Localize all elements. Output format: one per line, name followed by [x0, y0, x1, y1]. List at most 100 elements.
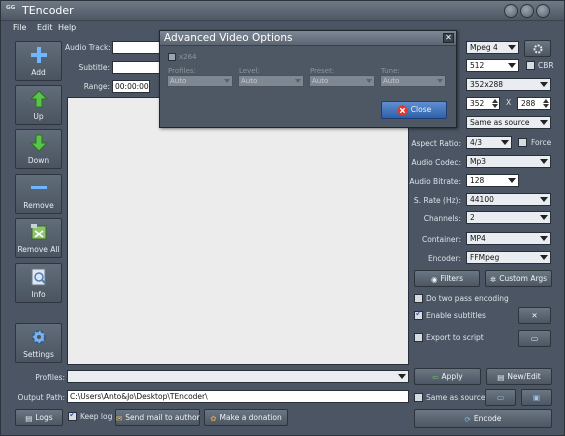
sample-rate-value: 44100 [470, 195, 494, 204]
plus-icon [31, 47, 47, 63]
chevron-down-icon [540, 236, 548, 241]
container-select[interactable]: MP4 [466, 232, 551, 245]
keep-log-checkbox[interactable] [68, 410, 77, 421]
file-list[interactable] [67, 97, 409, 365]
spin-up-icon [543, 99, 549, 103]
spin-down-icon [543, 104, 549, 108]
add-button[interactable]: Add [15, 41, 62, 81]
profiles-select[interactable] [67, 370, 409, 383]
video-codec-value: Mpeg 4 [470, 43, 498, 52]
donation-label: Make a donation [219, 413, 282, 422]
title-bar: ᴳᴳ TEncoder [1, 1, 564, 21]
dialog-level-label: Level: [239, 67, 260, 75]
settings-button[interactable]: Settings [15, 323, 62, 363]
logs-icon: ▤ [25, 413, 33, 423]
open-folder-button[interactable]: ▭ [485, 389, 516, 406]
minimize-button[interactable] [504, 4, 518, 18]
folder-icon: ▭ [530, 334, 539, 343]
up-button[interactable]: Up [15, 85, 62, 125]
up-label: Up [33, 112, 44, 121]
channels-select[interactable]: 2 [466, 211, 551, 224]
height-value: 288 [521, 99, 536, 108]
arrow-up-icon [30, 90, 48, 108]
audio-track-select[interactable] [112, 41, 162, 54]
maximize-button[interactable] [520, 4, 534, 18]
app-window: ᴳᴳ TEncoder File Edit Help Add Up Down R… [0, 0, 565, 436]
menu-file[interactable]: File [13, 23, 26, 32]
output-path-field[interactable]: C:\Users\Anto&Jo\Desktop\TEncoder\ [67, 390, 409, 403]
custom-args-label: Custom Args [499, 274, 548, 283]
aspect-ratio-value: 4/3 [470, 138, 483, 147]
chevron-down-icon [366, 79, 372, 83]
donation-button[interactable]: ✿ Make a donation [204, 409, 288, 426]
arrow-down-icon [30, 134, 48, 152]
chevron-down-icon [540, 159, 548, 164]
document-icon: ▤ [497, 372, 505, 382]
save-icon: ▣ [532, 393, 541, 402]
output-path-label: Output Path: [17, 393, 65, 402]
audio-codec-select[interactable]: Mp3 [466, 155, 551, 168]
chevron-down-icon [398, 374, 406, 379]
menu-edit[interactable]: Edit [37, 23, 53, 32]
down-button[interactable]: Down [15, 129, 62, 169]
enable-subtitles-checkbox[interactable] [414, 309, 423, 320]
encode-button[interactable]: ⟳ Encode [414, 409, 552, 428]
sample-rate-select[interactable]: 44100 [466, 193, 551, 206]
x264-tune-value: Auto [383, 77, 400, 85]
down-label: Down [27, 156, 50, 165]
chevron-down-icon [437, 79, 443, 83]
height-spinner[interactable]: 288 [517, 97, 551, 110]
new-edit-button[interactable]: ▤ New/Edit [486, 368, 552, 385]
advanced-video-options-dialog: Advanced Video Options ✕ x264 Profiles: … [159, 30, 457, 128]
range-start-field[interactable]: 00:00:00 [112, 80, 150, 93]
x264-checkbox[interactable] [168, 53, 176, 61]
width-spinner[interactable]: 352 [466, 97, 500, 110]
fps-select[interactable]: Same as source [466, 116, 551, 129]
menu-help[interactable]: Help [58, 23, 76, 32]
info-button[interactable]: Info [15, 263, 62, 303]
remove-button[interactable]: Remove [15, 174, 62, 214]
video-bitrate-field[interactable]: 512 [466, 59, 519, 72]
range-label: Range: [83, 82, 110, 91]
export-script-checkbox[interactable] [414, 333, 423, 342]
chevron-down-icon [224, 79, 230, 83]
codec-options-button[interactable] [524, 40, 551, 57]
gear-icon [533, 44, 542, 54]
x264-preset-select[interactable]: Auto [309, 75, 375, 87]
export-script-label: Export to script [426, 333, 484, 342]
video-size-select[interactable]: 352x288 [466, 78, 551, 91]
dialog-close-x-button[interactable]: ✕ [443, 33, 454, 43]
video-size-value: 352x288 [470, 80, 504, 89]
encoder-value: FFMpeg [470, 253, 500, 262]
x264-tune-select[interactable]: Auto [380, 75, 446, 87]
channels-label: Channels: [423, 214, 461, 223]
aspect-ratio-select[interactable]: 4/3 [466, 136, 512, 149]
send-mail-button[interactable]: ✉ Send mail to author [115, 409, 200, 426]
script-folder-button[interactable]: ▭ [518, 330, 551, 347]
subtitle-select[interactable] [112, 61, 162, 74]
logs-button[interactable]: ▤ Logs [15, 409, 63, 426]
two-pass-checkbox[interactable] [414, 294, 423, 303]
filters-button[interactable]: ◉ Filters [414, 270, 480, 287]
audio-codec-label: Audio Codec: [411, 158, 461, 167]
dialog-profiles-label: Profiles: [168, 67, 196, 75]
folder-icon: ▭ [496, 393, 505, 402]
cbr-label: CBR [538, 61, 554, 70]
apply-button[interactable]: ⇦ Apply [414, 368, 481, 385]
tools-icon: ✕ [531, 311, 538, 320]
encoder-select[interactable]: FFMpeg [466, 251, 551, 264]
dialog-close-button[interactable]: Close [381, 101, 447, 119]
remove-all-button[interactable]: Remove All [15, 218, 62, 258]
x264-level-select[interactable]: Auto [238, 75, 304, 87]
audio-bitrate-field[interactable]: 128 [466, 174, 519, 187]
profiles-label: Profiles: [35, 373, 65, 382]
custom-args-button[interactable]: ✲ Custom Args [485, 270, 552, 287]
same-as-source-checkbox[interactable] [414, 393, 423, 402]
x264-profile-select[interactable]: Auto [167, 75, 233, 87]
close-window-button[interactable] [536, 4, 550, 18]
browse-output-button[interactable]: ▣ [521, 389, 552, 406]
force-aspect-checkbox[interactable] [518, 138, 527, 147]
video-codec-select[interactable]: Mpeg 4 [466, 41, 519, 54]
subtitle-options-button[interactable]: ✕ [518, 307, 551, 324]
cbr-checkbox[interactable] [526, 61, 535, 70]
